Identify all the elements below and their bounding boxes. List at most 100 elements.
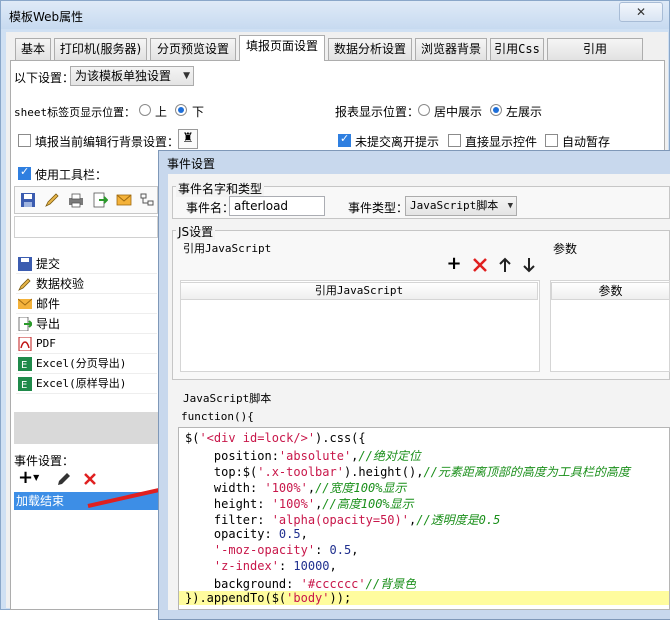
code-token: //背景色 [365,577,417,591]
svg-text:E: E [21,360,27,371]
code-token: 0.5 [278,527,301,541]
list-item-excel-original[interactable]: E Excel(原样导出) [16,374,157,394]
event-type-select[interactable]: JavaScript脚本 ▼ [405,196,517,216]
edit-event-button[interactable] [56,471,72,487]
submit-icon [18,257,32,271]
list-item-pdf[interactable]: PDF [16,334,157,354]
list-item-label: 提交 [36,257,61,271]
add-icon: + [18,467,34,488]
tab-fill-page[interactable]: 填报页面设置 [239,35,325,61]
window-title: 模板Web属性 [9,10,84,24]
use-toolbar-label: 使用工具栏： [35,168,108,182]
move-down-button[interactable] [521,257,537,273]
code-token: '<div id=lock/>' [199,431,316,445]
export-icon[interactable] [90,190,110,210]
params-column-header[interactable]: 参数 [551,282,670,300]
name-type-group-label: 事件名字和类型 [176,180,265,197]
report-center-radio[interactable] [418,104,430,116]
list-item-excel-page[interactable]: E Excel(分页导出) [16,354,157,374]
sheet-tab-top-radio[interactable] [139,104,151,116]
toolbar-list-footer [14,412,158,444]
code-token: width: [185,481,265,495]
code-token: , [329,559,337,573]
excel-icon: E [18,357,32,371]
toolbar-preview-row [14,216,158,238]
code-token: $( [185,431,200,445]
code-token: filter: [185,513,272,527]
remove-js-button[interactable] [472,257,488,273]
print-icon[interactable] [66,190,86,210]
code-line: width: '100%',//宽度100%显示 [185,479,407,496]
tab-browser-bg[interactable]: 浏览器背景 [415,38,487,60]
code-token: 'absolute' [278,449,352,463]
code-token: height: [185,497,272,511]
chevron-down-icon: ▼ [183,71,190,81]
script-editor[interactable]: $('<div id=lock/>').css({ position:'abso… [178,427,670,610]
unsubmitted-checkbox[interactable] [338,132,351,147]
function-open-label: function(){ [181,410,254,423]
code-line: $('<div id=lock/>').css({ [185,431,366,445]
unsubmitted-label: 未提交离开提示 [355,135,440,149]
list-item-export[interactable]: 导出 [16,314,157,334]
code-token: //高度100%显示 [322,497,414,511]
tab-data-analysis[interactable]: 数据分析设置 [328,38,412,60]
list-item-submit[interactable]: 提交 [16,254,157,274]
sheet-tab-label: sheet标签页显示位置： [14,106,136,119]
fill-row-bg-checkbox[interactable] [18,134,31,147]
code-token: '#cccccc' [300,577,366,591]
tree-icon[interactable] [138,190,156,210]
code-token: }).appendTo($( [185,591,287,605]
code-token: )); [329,591,352,605]
move-up-button[interactable] [497,257,513,273]
mail-icon[interactable] [114,190,134,210]
list-item-label: Excel(分页导出) [36,357,127,370]
list-item-verify[interactable]: 数据校验 [16,274,157,294]
report-center-label: 居中展示 [434,105,483,119]
tab-basic[interactable]: 基本 [15,38,51,60]
params-label: 参数 [553,242,578,256]
ref-js-column-header[interactable]: 引用JavaScript [180,282,538,300]
sheet-tab-bottom-radio[interactable] [175,104,187,116]
tab-ref-javascript[interactable]: 引用JavaScript [547,38,643,77]
code-token: 10000 [293,559,330,573]
report-left-radio[interactable] [490,104,502,116]
code-token: '100%' [271,497,316,511]
sheet-tab-bottom-label: 下 [192,105,205,119]
show-controls-checkbox[interactable] [448,134,461,147]
list-item-label: 数据校验 [36,277,85,291]
event-name-input[interactable]: afterload [229,196,325,216]
code-line: filter: 'alpha(opacity=50)',//透明度是0.5 [185,511,500,528]
pencil-icon[interactable] [42,190,62,210]
paint-bucket-icon[interactable]: ♜ [178,129,198,149]
tab-printer[interactable]: 打印机(服务器) [54,38,147,60]
code-token: //绝对定位 [358,449,421,463]
code-line: position:'absolute',//绝对定位 [185,447,421,464]
code-line: background: '#cccccc'//背景色 [185,575,416,592]
list-item-label: 导出 [36,317,61,331]
follow-select[interactable]: 为该模板单独设置 ▼ [70,66,194,86]
excel-icon: E [18,377,32,391]
code-token: 'z-index' [213,559,279,573]
js-settings-group-label: JS设置 [176,223,216,240]
save-icon[interactable] [18,190,38,210]
export-icon [18,316,34,332]
close-button[interactable]: ✕ [619,2,663,22]
add-js-button[interactable]: + [446,255,462,273]
verify-icon [18,277,32,291]
tab-ref-css[interactable]: 引用Css [490,38,544,60]
code-token: , [307,481,316,495]
follow-select-value: 为该模板单独设置 [75,69,172,83]
code-token: 0.5 [329,543,352,557]
add-icon: + [446,253,462,274]
code-token: : [315,543,330,557]
autosave-checkbox[interactable] [545,134,558,147]
event-name-label: 事件名： [186,201,235,215]
add-event-button[interactable]: +▼ [18,468,48,488]
tab-page-preview[interactable]: 分页预览设置 [150,38,236,60]
code-token: background: [185,577,301,591]
list-item-mail[interactable]: 邮件 [16,294,157,314]
use-toolbar-checkbox[interactable] [18,165,31,180]
code-token: opacity: [185,527,279,541]
autosave-label: 自动暂存 [562,135,611,149]
